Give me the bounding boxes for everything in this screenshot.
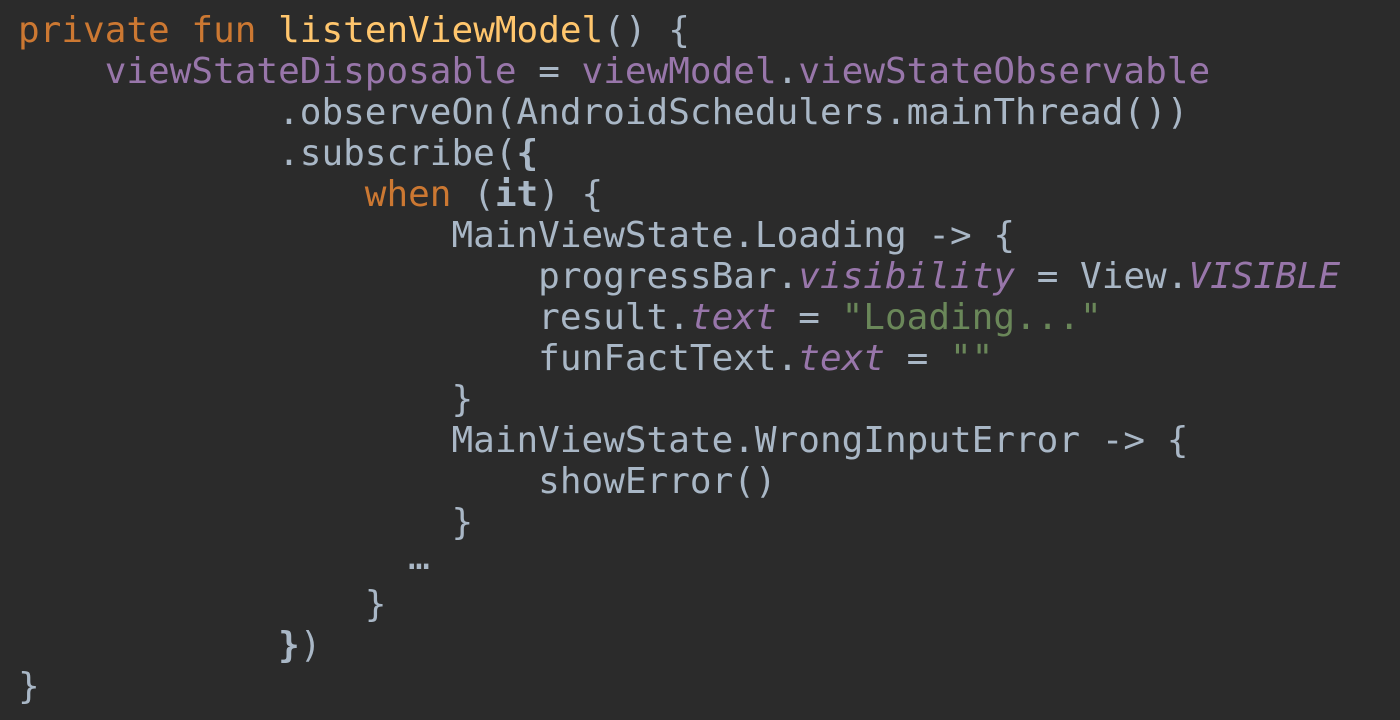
code-token: } xyxy=(364,584,387,625)
code-token: listenViewModel xyxy=(278,10,604,51)
code-line: .observeOn(AndroidSchedulers.mainThread(… xyxy=(18,92,1340,133)
code-line: private fun listenViewModel() { xyxy=(18,10,1340,51)
code-line: MainViewState.Loading -> { xyxy=(18,215,1340,256)
code-token: text xyxy=(798,338,885,379)
code-line: }) xyxy=(18,625,1340,666)
code-token: .observeOn(AndroidSchedulers.mainThread(… xyxy=(278,92,1189,133)
code-line: } xyxy=(18,379,1340,420)
code-token: MainViewState.WrongInputError -> { xyxy=(451,420,1189,461)
code-token: MainViewState.Loading -> { xyxy=(451,215,1016,256)
code-editor[interactable]: private fun listenViewModel() { viewStat… xyxy=(0,0,1400,720)
code-token: ( xyxy=(451,174,495,215)
code-token: result. xyxy=(538,297,690,338)
code-token: "Loading..." xyxy=(841,297,1102,338)
code-token: when xyxy=(364,174,452,215)
code-line: } xyxy=(18,584,1340,625)
code-token: = xyxy=(776,297,842,338)
code-block[interactable]: private fun listenViewModel() { viewStat… xyxy=(18,10,1340,707)
code-token: ) { xyxy=(538,174,604,215)
code-token: { xyxy=(516,133,539,174)
code-line: } xyxy=(18,666,1340,707)
code-token: = xyxy=(516,51,582,92)
code-token: private xyxy=(18,10,170,51)
code-token: … xyxy=(408,537,430,578)
code-line: MainViewState.WrongInputError -> { xyxy=(18,420,1340,461)
code-token: viewStateDisposable xyxy=(104,51,517,92)
code-line: funFactText.text = "" xyxy=(18,338,1340,379)
code-token: it xyxy=(494,174,539,215)
code-line: .subscribe({ xyxy=(18,133,1340,174)
code-token: viewStateObservable xyxy=(798,51,1211,92)
code-token: } xyxy=(18,666,40,707)
code-token: "" xyxy=(950,338,994,379)
code-line: result.text = "Loading..." xyxy=(18,297,1340,338)
code-token: progressBar. xyxy=(538,256,799,297)
code-token: ) xyxy=(299,625,322,666)
code-token: } xyxy=(451,379,474,420)
code-token: } xyxy=(278,625,300,666)
code-token: viewModel xyxy=(581,51,777,92)
code-line: viewStateDisposable = viewModel.viewStat… xyxy=(18,51,1340,92)
code-token: = xyxy=(884,338,950,379)
code-token: .subscribe( xyxy=(278,133,517,174)
code-line: … xyxy=(18,537,1340,578)
code-line: when (it) { xyxy=(18,174,1340,215)
code-line: showError() xyxy=(18,461,1340,502)
code-token: text xyxy=(689,297,777,338)
code-token: showError() xyxy=(538,461,777,502)
code-token: . xyxy=(776,51,799,92)
code-token: funFactText. xyxy=(538,338,799,379)
code-token: VISIBLE xyxy=(1188,256,1341,297)
code-line: progressBar.visibility = View.VISIBLE xyxy=(18,256,1340,297)
code-token: visibility xyxy=(798,256,1016,297)
code-token: = View. xyxy=(1015,256,1189,297)
code-token: fun xyxy=(191,10,257,51)
code-token: () { xyxy=(603,10,690,51)
